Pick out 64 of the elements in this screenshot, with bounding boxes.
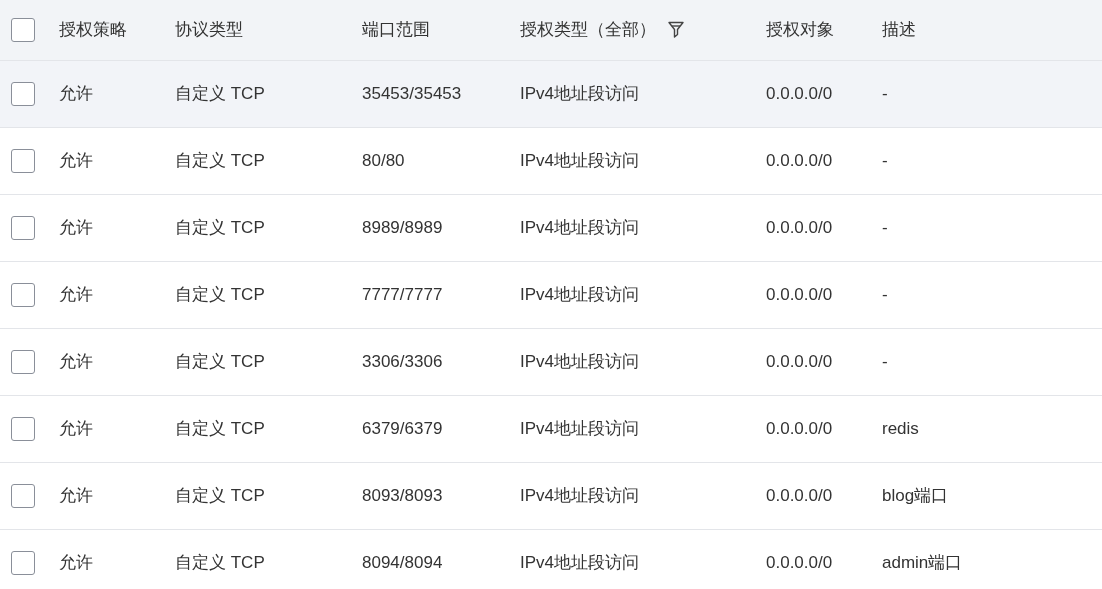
table-cell: 允许 bbox=[59, 553, 93, 573]
table-cell: 自定义 TCP bbox=[175, 419, 265, 439]
table-cell: blog端口 bbox=[882, 486, 949, 506]
table-cell: redis bbox=[882, 419, 919, 439]
table-cell: IPv4地址段访问 bbox=[520, 352, 640, 372]
table-cell: - bbox=[882, 151, 888, 171]
table-cell: 0.0.0.0/0 bbox=[766, 84, 833, 104]
table-cell: - bbox=[882, 218, 888, 238]
table-cell: 0.0.0.0/0 bbox=[766, 352, 833, 372]
table-cell: 8093/8093 bbox=[362, 486, 443, 506]
table-cell: 7777/7777 bbox=[362, 285, 443, 305]
table-cell: 3306/3306 bbox=[362, 352, 443, 372]
table-cell: IPv4地址段访问 bbox=[520, 285, 640, 305]
table-cell: 自定义 TCP bbox=[175, 352, 265, 372]
table-cell: 80/80 bbox=[362, 151, 405, 171]
checkbox[interactable] bbox=[11, 417, 35, 441]
checkbox[interactable] bbox=[11, 551, 35, 575]
table-cell: 自定义 TCP bbox=[175, 151, 265, 171]
table-cell: IPv4地址段访问 bbox=[520, 151, 640, 171]
column-header: 授权策略 bbox=[59, 19, 127, 42]
table-cell: IPv4地址段访问 bbox=[520, 419, 640, 439]
table-cell: 允许 bbox=[59, 84, 93, 104]
checkbox[interactable] bbox=[11, 283, 35, 307]
table-cell: IPv4地址段访问 bbox=[520, 486, 640, 506]
table-cell: IPv4地址段访问 bbox=[520, 218, 640, 238]
table-cell: - bbox=[882, 285, 888, 305]
column-header: 端口范围 bbox=[362, 19, 430, 42]
table-cell: 自定义 TCP bbox=[175, 486, 265, 506]
table-cell: - bbox=[882, 84, 888, 104]
column-header: 授权对象 bbox=[766, 19, 834, 42]
table-cell: 0.0.0.0/0 bbox=[766, 419, 833, 439]
table-cell: 自定义 TCP bbox=[175, 84, 265, 104]
table-cell: 自定义 TCP bbox=[175, 553, 265, 573]
checkbox[interactable] bbox=[11, 82, 35, 106]
filter-icon[interactable] bbox=[668, 21, 684, 39]
table-cell: admin端口 bbox=[882, 553, 963, 573]
table-cell: 允许 bbox=[59, 419, 93, 439]
table-cell: 允许 bbox=[59, 486, 93, 506]
table-cell: 8989/8989 bbox=[362, 218, 443, 238]
table-cell: 0.0.0.0/0 bbox=[766, 553, 833, 573]
checkbox[interactable] bbox=[11, 350, 35, 374]
table-cell: 0.0.0.0/0 bbox=[766, 151, 833, 171]
table-cell: 8094/8094 bbox=[362, 553, 443, 573]
table-cell: 0.0.0.0/0 bbox=[766, 218, 833, 238]
table-cell: 35453/35453 bbox=[362, 84, 462, 104]
table-cell: 6379/6379 bbox=[362, 419, 443, 439]
table-cell: IPv4地址段访问 bbox=[520, 553, 640, 573]
checkbox[interactable] bbox=[11, 216, 35, 240]
table-cell: 允许 bbox=[59, 285, 93, 305]
checkbox[interactable] bbox=[11, 484, 35, 508]
table-cell: 自定义 TCP bbox=[175, 285, 265, 305]
table-cell: 0.0.0.0/0 bbox=[766, 285, 833, 305]
table-cell: 自定义 TCP bbox=[175, 218, 265, 238]
table-cell: - bbox=[882, 352, 888, 372]
table-cell: 允许 bbox=[59, 151, 93, 171]
table-cell: 允许 bbox=[59, 218, 93, 238]
table-cell: IPv4地址段访问 bbox=[520, 84, 640, 104]
checkbox[interactable] bbox=[11, 149, 35, 173]
column-header: 授权类型（全部） bbox=[520, 19, 656, 42]
column-header: 描述 bbox=[882, 19, 916, 42]
column-header: 协议类型 bbox=[175, 19, 243, 42]
table-cell: 允许 bbox=[59, 352, 93, 372]
checkbox[interactable] bbox=[11, 18, 35, 42]
table-cell: 0.0.0.0/0 bbox=[766, 486, 833, 506]
